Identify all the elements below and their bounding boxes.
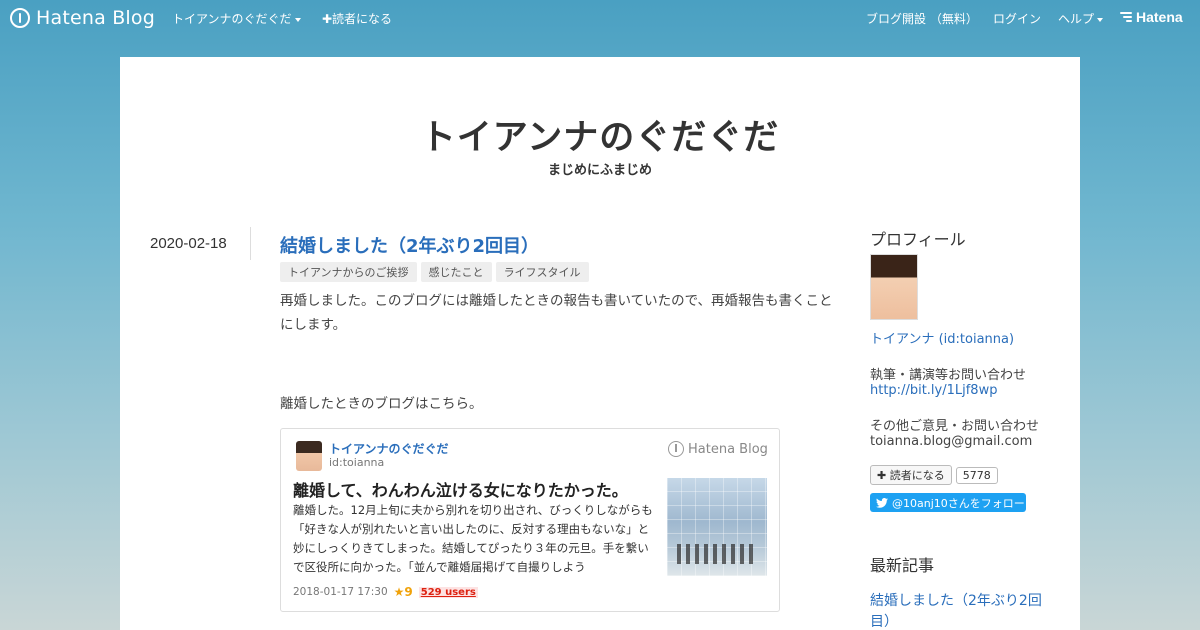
embed-meta: 2018-01-17 17:30 ★9 529 users: [293, 585, 478, 599]
blog-container: トイアンナのぐだぐだ まじめにふまじめ 2020-02-18 結婚しました（2年…: [120, 57, 1080, 630]
author-avatar: [296, 441, 322, 471]
hatena-logo-icon: [668, 441, 684, 457]
subscribe-link[interactable]: ✚読者になる: [322, 10, 392, 27]
recent-item[interactable]: 結婚しました（2年ぶり2回目）: [870, 591, 1050, 630]
subscribe-button[interactable]: ✚ 読者になる: [870, 465, 952, 485]
embed-date: 2018-01-17 17:30: [293, 586, 388, 598]
embed-brand-text: Hatena Blog: [688, 441, 768, 457]
logo-text: Hatena Blog: [36, 7, 155, 29]
hatena-brand-link[interactable]: Hatena: [1120, 9, 1183, 25]
contact-email: toianna.blog@gmail.com: [870, 434, 1033, 449]
hatena-blog-badge: Hatena Blog: [668, 441, 768, 457]
blog-subtitle: まじめにふまじめ: [547, 163, 652, 178]
reader-count: 5778: [955, 466, 998, 484]
hatena-blog-logo[interactable]: Hatena Blog: [10, 7, 155, 29]
twitter-bird-icon: [876, 497, 888, 508]
embed-excerpt: 離婚した。12月上旬に夫から別れを切り出され、びっくりしながらも「好きな人が別れ…: [293, 503, 653, 574]
chevron-down-icon: [294, 17, 301, 22]
date-divider: [250, 227, 251, 260]
twitter-follow-label: @10anj10さんをフォロー: [892, 496, 1025, 510]
contact-label: 執筆・講演等お問い合わせ: [870, 368, 1027, 383]
hatena-brand-text: Hatena: [1136, 9, 1183, 25]
entry-date[interactable]: 2020-02-18: [150, 235, 227, 252]
embed-thumbnail[interactable]: [667, 478, 767, 576]
star-count[interactable]: ★9: [394, 585, 413, 599]
hatena-bars-icon: [1120, 12, 1132, 22]
help-dropdown[interactable]: ヘルプ: [1058, 10, 1104, 27]
embedded-blog-card[interactable]: トイアンナのぐだぐだ id:toianna Hatena Blog 離婚して、わ…: [280, 428, 780, 612]
entry-title[interactable]: 結婚しました（2年ぶり2回目）: [280, 232, 539, 258]
chevron-down-icon: [1097, 17, 1104, 22]
twitter-follow-button[interactable]: @10anj10さんをフォロー: [870, 493, 1026, 512]
profile-heading: プロフィール: [870, 230, 966, 249]
category-tag[interactable]: ライフスタイル: [495, 262, 589, 282]
blog-title[interactable]: トイアンナのぐだぐだ: [120, 109, 1080, 160]
category-tag[interactable]: トイアンナからのご挨拶: [280, 262, 417, 282]
contact-link[interactable]: http://bit.ly/1Ljf8wp: [870, 383, 997, 398]
entry-paragraph: 離婚したときのブログはこちら。: [280, 396, 483, 412]
embed-user-id: id:toianna: [329, 456, 385, 469]
login-link[interactable]: ログイン: [993, 10, 1041, 27]
profile-name-link[interactable]: トイアンナ (id:toianna): [870, 328, 1014, 347]
subscribe-button-label: 読者になる: [889, 469, 945, 482]
category-tag[interactable]: 感じたこと: [420, 262, 492, 282]
global-header: Hatena Blog トイアンナのぐだぐだ ✚読者になる ブログ開設 （無料）…: [0, 0, 1200, 36]
open-blog-link[interactable]: ブログ開設 （無料）: [866, 10, 978, 27]
blog-menu-dropdown[interactable]: トイアンナのぐだぐだ: [172, 10, 301, 27]
recent-heading: 最新記事: [870, 556, 935, 575]
hatena-logo-icon: [10, 8, 30, 28]
embed-title[interactable]: 離婚して、わんわん泣ける女になりたかった。: [293, 477, 628, 501]
blog-menu-label: トイアンナのぐだぐだ: [172, 12, 292, 26]
help-label: ヘルプ: [1058, 12, 1095, 26]
embed-blog-name[interactable]: トイアンナのぐだぐだ: [329, 440, 449, 457]
category-list: トイアンナからのご挨拶 感じたこと ライフスタイル: [280, 262, 589, 282]
entry-paragraph: 再婚しました。このブログには離婚したときの報告も書いていたので、再婚報告も書くこ…: [280, 293, 833, 333]
reader-follow-row: ✚ 読者になる 5778: [870, 465, 998, 485]
contact-label: その他ご意見・お問い合わせ: [870, 419, 1040, 434]
profile-avatar[interactable]: [870, 254, 918, 320]
bookmark-users[interactable]: 529 users: [418, 586, 478, 598]
